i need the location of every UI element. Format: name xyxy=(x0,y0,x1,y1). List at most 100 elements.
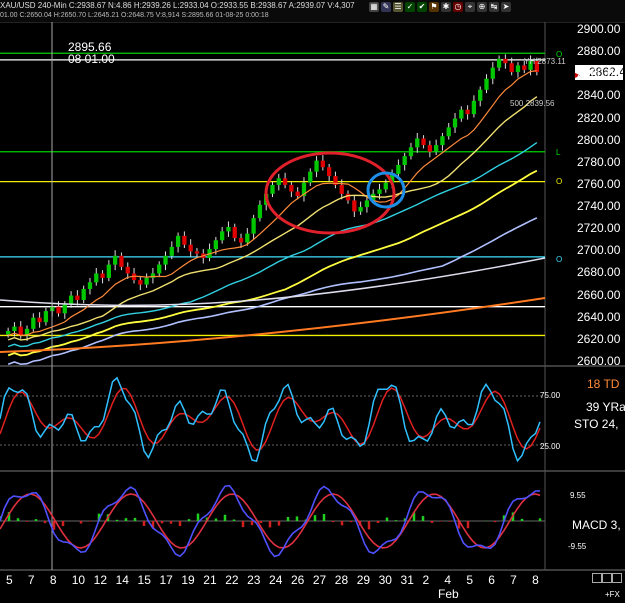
time-tick-label: 26 xyxy=(290,573,305,587)
candle-body xyxy=(94,273,99,283)
sto-25-label: 25.00 xyxy=(540,442,561,451)
time-tick-label: 29 xyxy=(356,573,371,587)
candle-body xyxy=(327,167,332,177)
price-tick-label: 2860.00 xyxy=(577,66,621,81)
chart-canvas[interactable] xyxy=(0,0,625,603)
time-tick-label: 17 xyxy=(159,573,173,587)
candle-body xyxy=(421,138,426,146)
s500-label: 500 2839.56 xyxy=(510,99,555,108)
candle-body xyxy=(100,273,105,278)
level-l-label: L xyxy=(556,148,561,157)
candle-body xyxy=(12,326,17,332)
candle-body xyxy=(484,78,489,90)
candle-body xyxy=(220,231,225,241)
candle-body xyxy=(352,200,357,212)
candle-body xyxy=(251,218,256,234)
candle-body xyxy=(358,207,363,212)
candle-body xyxy=(509,63,514,73)
candle-body xyxy=(289,184,294,192)
candle-body xyxy=(415,138,420,148)
price-tick-label: 2600.00 xyxy=(577,354,621,368)
time-tick-label: 30 xyxy=(378,573,392,587)
candle-body xyxy=(314,160,319,172)
time-tick-label: 7 xyxy=(27,573,35,587)
price-tick-label: 2780.00 xyxy=(577,154,621,169)
candle-body xyxy=(226,226,231,232)
candle-body xyxy=(188,244,193,252)
price-tick-label: 2800.00 xyxy=(577,132,621,147)
candle-body xyxy=(213,240,218,250)
candle-body xyxy=(515,65,521,73)
candle-body xyxy=(75,295,80,301)
time-tick-label: 24 xyxy=(269,573,283,587)
level-o3-label: O xyxy=(556,255,563,264)
sto-75-label: 75.00 xyxy=(540,391,561,400)
time-tick-label: 4 xyxy=(444,573,452,587)
candle-body xyxy=(56,306,61,314)
candle-body xyxy=(345,193,351,201)
price-tick-label: 2680.00 xyxy=(577,265,621,280)
candle-body xyxy=(320,160,325,168)
candle-body xyxy=(295,191,300,196)
candle-body xyxy=(68,295,74,305)
sto-label: STO 24, xyxy=(574,417,619,431)
panel-toggle-2[interactable] xyxy=(602,573,612,583)
time-tick-label: 2 xyxy=(422,573,430,587)
cursor-time-label: 08 01.00 xyxy=(68,52,115,66)
candle-body xyxy=(522,65,527,70)
time-tick-label: 5 xyxy=(6,573,13,587)
candle-body xyxy=(339,184,344,194)
moving-average-line xyxy=(7,96,538,341)
time-tick-label: 8 xyxy=(532,573,539,587)
candle-body xyxy=(459,109,464,119)
time-tick-label: 10 xyxy=(71,573,86,587)
level-o-label: O xyxy=(556,50,563,59)
candle-body xyxy=(377,189,382,194)
candle-body xyxy=(238,238,244,243)
panel-toggle-1[interactable] xyxy=(592,573,602,583)
candle-body xyxy=(308,171,313,183)
candle-body xyxy=(169,246,174,256)
candle-body xyxy=(125,266,130,274)
candle-body xyxy=(503,58,508,64)
candle-body xyxy=(87,282,93,289)
candle-body xyxy=(138,280,143,285)
macd-lo-label: -9.55 xyxy=(568,542,587,551)
time-tick-label: 5 xyxy=(466,573,473,587)
level-o2-label: O xyxy=(556,177,563,186)
candle-body xyxy=(465,109,470,115)
fx-label: +FX xyxy=(605,590,620,599)
price-tick-label: 2720.00 xyxy=(577,221,621,236)
candle-body xyxy=(81,288,86,301)
price-tick-label: 2900.00 xyxy=(577,22,621,36)
price-tick-label: 2880.00 xyxy=(577,44,621,59)
moving-average-line xyxy=(7,70,537,337)
sto-fast-line xyxy=(0,376,541,463)
candle-body xyxy=(37,317,42,323)
candle-body xyxy=(257,204,263,219)
yrange-label: 39 YRar xyxy=(586,400,625,414)
time-tick-label: 28 xyxy=(334,573,349,587)
month-label: Feb xyxy=(438,587,459,601)
candle-body xyxy=(232,226,237,239)
candle-body xyxy=(119,255,124,267)
candle-body xyxy=(194,251,200,254)
candle-body xyxy=(427,145,432,152)
candle-body xyxy=(402,156,407,166)
time-tick-label: 23 xyxy=(247,573,261,587)
time-tick-label: 6 xyxy=(488,573,495,587)
candle-body xyxy=(43,311,49,323)
time-tick-label: 19 xyxy=(181,573,195,587)
candle-body xyxy=(270,184,275,194)
candle-body xyxy=(490,67,495,79)
candle-body xyxy=(182,235,187,245)
highlight-ellipse-red xyxy=(264,151,396,235)
candle-body xyxy=(175,235,181,247)
candle-body xyxy=(364,200,370,208)
time-tick-label: 21 xyxy=(203,573,217,587)
time-tick-label: 31 xyxy=(400,573,414,587)
panel-toggle-3[interactable] xyxy=(612,573,622,583)
candle-body xyxy=(31,317,36,329)
candle-body xyxy=(245,233,250,243)
candle-body xyxy=(282,178,288,185)
